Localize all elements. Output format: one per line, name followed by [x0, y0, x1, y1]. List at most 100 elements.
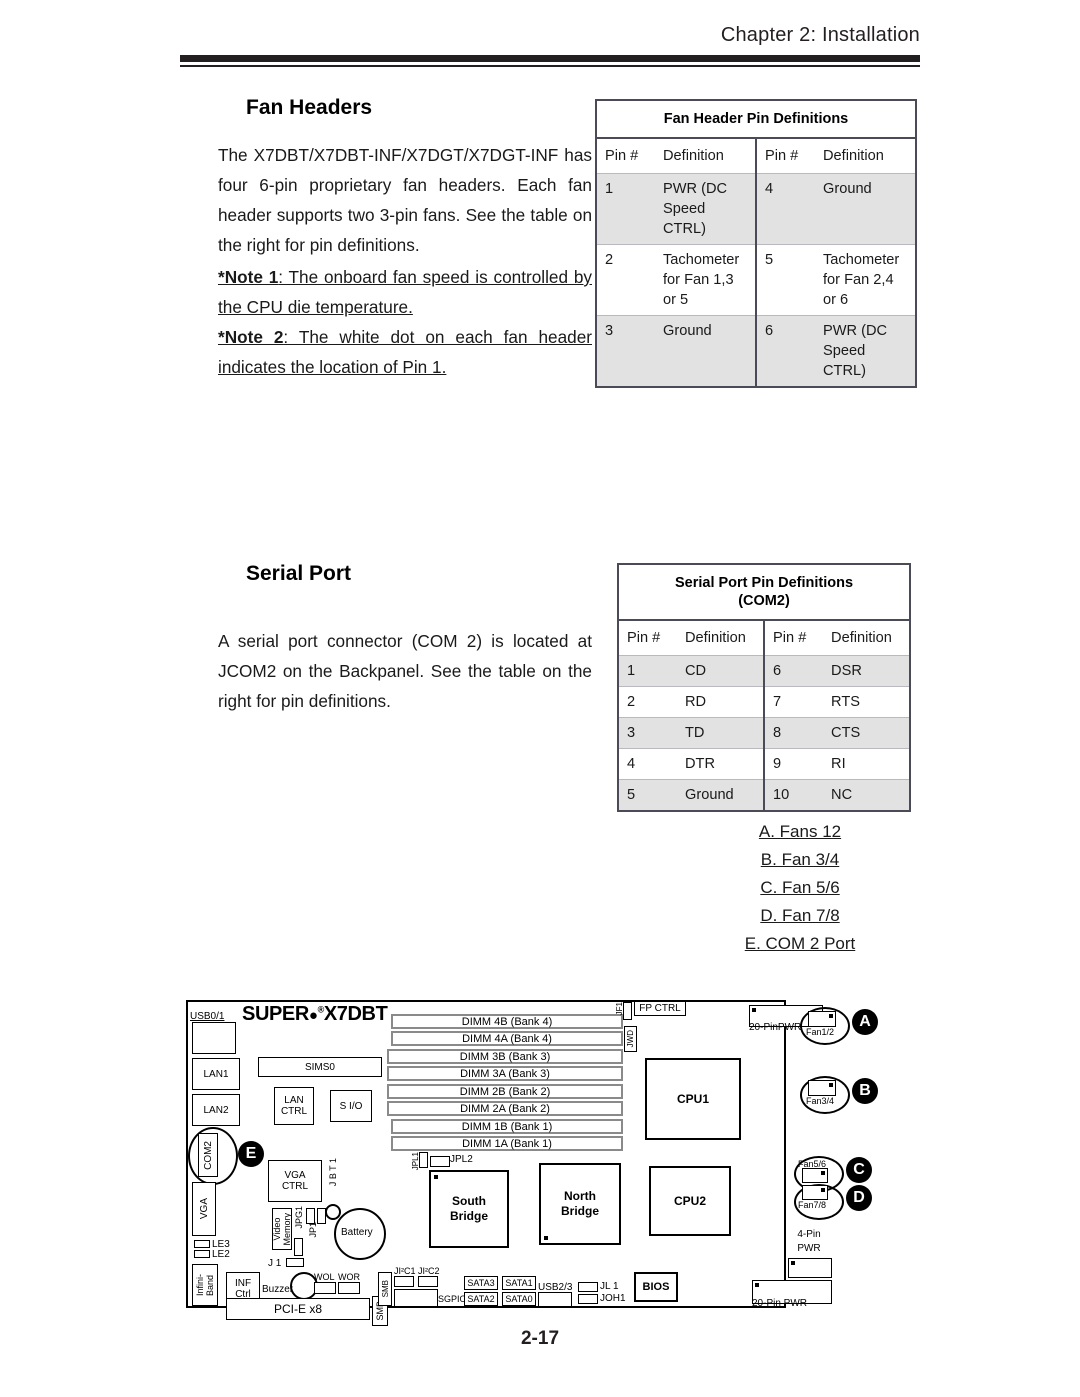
serial-table-grid: Pin # Definition Pin # Definition 1 CD 6…	[619, 621, 909, 810]
usb23-header	[538, 1292, 572, 1307]
dimm-slot: DIMM 3A (Bank 3)	[387, 1066, 623, 1081]
sio-label: S I/O	[339, 1100, 363, 1112]
le2-led	[194, 1250, 210, 1258]
jl1-label: JL 1	[600, 1281, 619, 1292]
legend-item-d: D. Fan 7/8	[760, 906, 840, 925]
dimm-label: DIMM 2B (Bank 2)	[459, 1085, 551, 1098]
cell-definition: DSR	[831, 663, 862, 679]
joh1-header	[578, 1294, 598, 1304]
dimm-label: DIMM 2A (Bank 2)	[460, 1102, 550, 1115]
pwr20-bottom-label: 20-Pin PWR	[752, 1298, 808, 1309]
jf1-header	[623, 1002, 632, 1020]
cell-pin: 5	[627, 787, 636, 803]
sata1-port: SATA1	[502, 1276, 536, 1290]
cell-definition: PWR (DC Speed CTRL)	[823, 323, 888, 379]
cell-definition: CTS	[831, 725, 861, 741]
com2-port: COM2	[198, 1133, 218, 1177]
jpl2-label: JPL2	[450, 1154, 473, 1165]
header-rule-thin	[180, 65, 920, 67]
marker-d: D	[846, 1185, 872, 1211]
fan78-label: Fan7/8	[798, 1200, 827, 1210]
fan56-label: Fan5/6	[798, 1159, 827, 1169]
legend-item-e: E. COM 2 Port	[744, 934, 856, 953]
page-number: 2-17	[520, 1328, 560, 1349]
j1-header	[286, 1258, 304, 1267]
sims0-label: SIMS0	[304, 1061, 335, 1073]
j1-label: J 1	[268, 1258, 282, 1269]
fan34-pin1-marker	[829, 1083, 833, 1087]
table-row: 2 Tachometer for Fan 1,3 or 5 5 Tachomet…	[597, 244, 915, 316]
dimm-slot: DIMM 4A (Bank 4)	[391, 1031, 623, 1046]
fan-note1-label: *Note 1	[218, 267, 279, 287]
header-rule-thick	[180, 55, 920, 62]
table-row: 2 RD 7 RTS	[619, 686, 909, 718]
sata0-label: SATA0	[505, 1293, 533, 1304]
cell-definition: Tachometer for Fan 2,4 or 6	[823, 252, 900, 308]
infiniband-port: Infini- Band	[192, 1264, 218, 1306]
jbt1-label: J B T 1	[328, 1158, 338, 1187]
cell-pin: 3	[627, 725, 636, 741]
cell-definition: Tachometer for Fan 1,3 or 5	[663, 252, 740, 308]
serial-caption-line1: Serial Port Pin Definitions	[674, 575, 854, 591]
chapter-title: Chapter 2: Installation	[720, 24, 920, 46]
table-row: 1 CD 6 DSR	[619, 655, 909, 687]
joh1-label: JOH1	[600, 1293, 626, 1304]
jpg1-header	[294, 1238, 303, 1256]
cell-pin: 6	[763, 655, 824, 687]
south-bridge-pin1-marker	[434, 1175, 438, 1179]
col-def-a: Definition	[663, 148, 724, 164]
fan-headers-heading: Fan Headers	[246, 96, 373, 119]
cell-pin: 3	[605, 323, 614, 339]
table-row: 4 DTR 9 RI	[619, 748, 909, 780]
fp-ctrl-header: FP CTRL	[634, 1001, 686, 1016]
diagram-legend: A. Fans 12 B. Fan 3/4 C. Fan 5/6 D. Fan …	[700, 818, 900, 958]
lan2-port: LAN2	[192, 1094, 240, 1126]
cell-definition: RI	[831, 756, 846, 772]
cpu2-socket: CPU2	[649, 1166, 731, 1236]
fan-header-pin-table: Fan Header Pin Definitions Pin # Definit…	[595, 99, 917, 388]
cell-definition: RTS	[831, 694, 860, 710]
cell-definition: Ground	[685, 787, 734, 803]
wol-header	[314, 1282, 336, 1294]
vga-label: VGA	[198, 1198, 210, 1220]
dimm-slot: DIMM 1B (Bank 1)	[391, 1119, 623, 1134]
sata2-port: SATA2	[464, 1292, 498, 1306]
jwd-label: JWD	[626, 1030, 635, 1048]
jp1-header	[306, 1208, 315, 1224]
lan1-port: LAN1	[192, 1058, 240, 1090]
cell-definition: DTR	[685, 756, 715, 772]
sata3-port: SATA3	[464, 1276, 498, 1290]
legend-item-a: A. Fans 12	[758, 822, 842, 841]
col-pin-a: Pin #	[605, 148, 639, 164]
north-bridge-pin1-marker	[544, 1236, 548, 1240]
cell-definition: NC	[831, 787, 853, 803]
jwd-header: JWD	[624, 1026, 637, 1052]
col-def-b: Definition	[823, 148, 884, 164]
col-pin-b: Pin #	[755, 139, 815, 174]
vga-port: VGA	[192, 1182, 216, 1236]
lan2-label: LAN2	[203, 1104, 229, 1116]
fp-ctrl-label: FP CTRL	[639, 1003, 681, 1014]
cell-definition: Ground	[663, 323, 712, 339]
fan-table-grid: Pin # Definition Pin # Definition 1 PWR …	[597, 139, 915, 386]
jpg1-label: JPG1	[294, 1206, 304, 1229]
logo-super-text: SUPER	[242, 1003, 309, 1025]
pwr4-pin1-marker	[791, 1261, 795, 1265]
dimm-label: DIMM 1A (Bank 1)	[462, 1137, 552, 1150]
col-def-a: Definition	[685, 630, 746, 646]
fan12-pin1-marker	[829, 1014, 833, 1018]
sio-chip: S I/O	[330, 1090, 372, 1122]
serial-caption-line2: (COM2)	[738, 593, 790, 609]
table-header-row: Pin # Definition Pin # Definition	[619, 621, 909, 656]
legend-item-c: C. Fan 5/6	[760, 878, 840, 897]
dimm-label: DIMM 3B (Bank 3)	[459, 1050, 551, 1063]
table-row: 5 Ground 10 NC	[619, 779, 909, 810]
serial-port-pin-table: Serial Port Pin Definitions (COM2) Pin #…	[617, 563, 911, 812]
dimm-slot: DIMM 2A (Bank 2)	[387, 1101, 623, 1116]
fan56-pin1-marker	[821, 1171, 825, 1175]
cell-definition: PWR (DC Speed CTRL)	[663, 181, 728, 237]
cell-pin: 6	[755, 315, 815, 386]
com2-label: COM2	[202, 1140, 214, 1170]
legend-item-b: B. Fan 3/4	[760, 850, 840, 869]
fan34-label: Fan3/4	[806, 1096, 835, 1106]
